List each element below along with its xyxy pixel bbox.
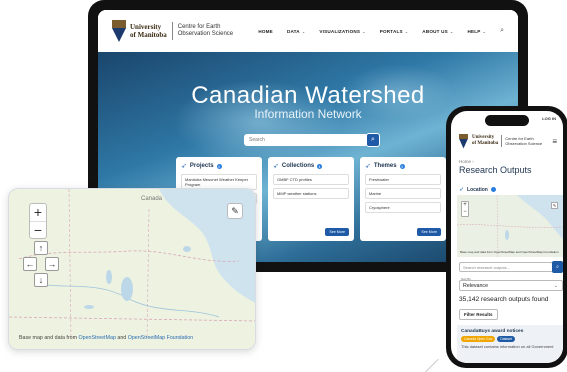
phone-device: LOG IN University of Manitoba Centre for…: [446, 106, 567, 368]
pencil-icon[interactable]: ✎: [551, 202, 558, 209]
map-zoom-control: + −: [29, 203, 47, 239]
result-card[interactable]: CanadaBuys award notices Canada Open Gov…: [457, 325, 563, 363]
info-icon[interactable]: i: [399, 163, 405, 169]
list-item[interactable]: Freshwater: [365, 174, 441, 185]
search-button[interactable]: ⌕: [366, 133, 380, 147]
university-name: University of Manitoba: [472, 135, 499, 146]
site-logo[interactable]: University of Manitoba Centre for Earth …: [112, 20, 233, 42]
chevron-down-icon: ⌄: [301, 28, 306, 34]
source-badge: Canada Open Gov: [461, 336, 496, 342]
pan-right-button[interactable]: →: [45, 257, 59, 271]
list-item[interactable]: Cryosphere: [365, 202, 441, 213]
university-name: University of Manitoba: [130, 23, 167, 39]
hero-search-input[interactable]: Search: [244, 134, 368, 146]
nav-data[interactable]: DATA ⌄: [287, 29, 305, 34]
location-section-title: ➶ Location: [459, 186, 496, 193]
chevron-down-icon: ⌄: [404, 28, 409, 34]
leaf-icon: ➶: [181, 163, 187, 170]
map-attribution: Base map and data from OpenStreetMap and…: [19, 335, 194, 341]
sort-select[interactable]: Relevance ⌄: [459, 280, 563, 291]
site-header: University of Manitoba Centre for Earth …: [98, 10, 518, 52]
map-place-label: Canada: [141, 196, 163, 202]
chevron-down-icon: ⌄: [362, 28, 366, 34]
zoom-out-button[interactable]: −: [30, 221, 46, 238]
results-count: 35,142 research outputs found: [459, 296, 549, 303]
search-button[interactable]: ⌕: [552, 261, 563, 273]
openstreetmap-link[interactable]: OpenStreetMap: [79, 335, 116, 341]
osm-foundation-link[interactable]: OpenStreetMap Foundation: [128, 335, 193, 341]
pan-up-button[interactable]: ↑: [34, 241, 48, 255]
leaf-icon: ➶: [459, 187, 465, 193]
zoom-in-button[interactable]: +: [462, 202, 468, 209]
decorative-line: [422, 358, 439, 372]
screenshot-composite: University of Manitoba Centre for Earth …: [0, 0, 567, 372]
breadcrumb[interactable]: Home ›: [459, 159, 474, 164]
nav-visualizations[interactable]: VISUALIZATIONS ⌄: [319, 29, 365, 34]
search-icon[interactable]: ⌕: [500, 27, 504, 35]
leaf-icon: ➶: [273, 163, 279, 170]
page-title: Research Outputs: [459, 165, 532, 175]
logo-divider: [501, 135, 503, 147]
pan-left-button[interactable]: ←: [23, 257, 37, 271]
list-item[interactable]: MMP weather stations: [273, 188, 349, 199]
mobile-map-canvas: [457, 195, 563, 257]
mobile-map-attribution: Base map and data from OpenStreetMap and…: [460, 250, 559, 254]
info-icon[interactable]: i: [317, 163, 323, 169]
map-pan-control: ↑ ← → ↓: [23, 241, 59, 289]
chevron-down-icon: ⌄: [553, 283, 558, 289]
mobile-zoom-control: + −: [461, 201, 469, 217]
pencil-icon[interactable]: ✎: [227, 203, 243, 219]
list-item[interactable]: Marine: [365, 188, 441, 199]
mobile-map[interactable]: + − ✎ Base map and data from OpenStreetM…: [457, 195, 563, 257]
result-description: This dataset contains information on all…: [461, 344, 554, 349]
type-badge: Dataset: [497, 336, 515, 342]
main-nav: HOME DATA ⌄ VISUALIZATIONS ⌄ PORTALS ⌄ ABOU…: [244, 27, 504, 35]
research-search-input[interactable]: Search research outputs...: [459, 262, 553, 272]
nav-home[interactable]: HOME: [258, 29, 273, 34]
hero-title: Canadian Watershed: [191, 82, 425, 109]
zoom-in-button[interactable]: +: [30, 204, 46, 221]
phone-screen: LOG IN University of Manitoba Centre for…: [451, 111, 563, 363]
chevron-down-icon: ⌄: [482, 28, 487, 34]
university-crest-icon: [459, 133, 468, 149]
card-title: ➶ Projects i: [181, 163, 222, 170]
see-more-button[interactable]: See More: [417, 228, 441, 236]
login-link[interactable]: LOG IN: [542, 116, 556, 121]
result-badges: Canada Open Gov Dataset: [461, 336, 559, 342]
nav-portals[interactable]: PORTALS ⌄: [380, 29, 409, 34]
card-title: ➶ Themes i: [365, 163, 405, 170]
phone-notch: [485, 115, 529, 126]
nav-about-us[interactable]: ABOUT US ⌄: [422, 29, 453, 34]
zoom-out-button[interactable]: −: [462, 209, 468, 216]
filter-results-button[interactable]: Filter Results: [459, 309, 498, 320]
chevron-down-icon: ⌄: [449, 28, 454, 34]
logo-divider: [171, 22, 173, 40]
nav-help[interactable]: HELP ⌄: [467, 29, 486, 34]
card-title: ➶ Collections i: [273, 163, 323, 170]
info-icon[interactable]: [490, 187, 496, 192]
search-icon: ⌕: [371, 136, 375, 143]
site-logo[interactable]: University of Manitoba Centre for Earth …: [459, 133, 543, 149]
centre-name: Centre for Earth Observation Science: [177, 24, 234, 37]
list-item[interactable]: GMBF CTD profiles: [273, 174, 349, 185]
pan-down-button[interactable]: ↓: [34, 273, 48, 287]
leaf-icon: ➶: [365, 163, 371, 170]
see-more-button[interactable]: See More: [325, 228, 349, 236]
hamburger-menu-icon[interactable]: ≡: [552, 137, 557, 146]
mobile-header: University of Manitoba Centre for Earth …: [459, 131, 557, 151]
map-panel[interactable]: Canada + − ↑ ← → ↓ ✎ Base map and data f…: [8, 188, 256, 350]
university-crest-icon: [112, 20, 126, 42]
search-icon: ⌕: [556, 264, 559, 270]
info-icon[interactable]: i: [216, 163, 222, 169]
centre-name: Centre for Earth Observation Science: [505, 136, 543, 146]
themes-card: ➶ Themes i Freshwater Marine Cryosphere …: [360, 157, 446, 241]
collections-card: ➶ Collections i GMBF CTD profiles MMP we…: [268, 157, 354, 241]
result-title[interactable]: CanadaBuys award notices: [461, 329, 559, 334]
